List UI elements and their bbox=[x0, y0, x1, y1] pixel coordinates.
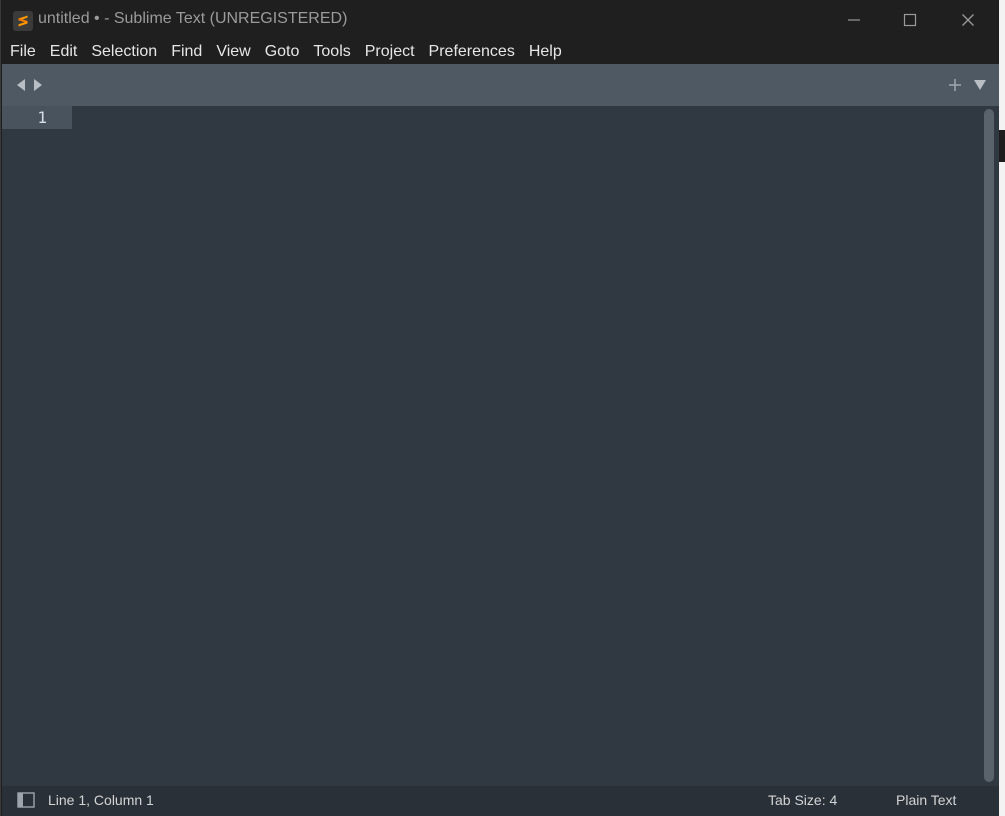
menu-edit[interactable]: Edit bbox=[43, 40, 85, 64]
tab-bar bbox=[2, 64, 999, 106]
arrow-left-icon bbox=[17, 79, 25, 91]
sublime-window: untitled • - Sublime Text (UNREGISTERED)… bbox=[0, 0, 999, 816]
close-icon bbox=[962, 14, 974, 26]
menu-view[interactable]: View bbox=[209, 40, 257, 64]
dropdown-icon bbox=[974, 80, 986, 90]
tab-scroll-left-button[interactable] bbox=[14, 76, 28, 94]
arrow-right-icon bbox=[34, 79, 42, 91]
maximize-icon bbox=[903, 13, 917, 27]
editor-area[interactable]: 1 bbox=[2, 106, 999, 786]
minimize-icon bbox=[848, 19, 860, 21]
sublime-logo-icon bbox=[13, 11, 33, 31]
status-bar: Line 1, Column 1 Tab Size: 4 Plain Text bbox=[2, 786, 999, 816]
editor-text[interactable] bbox=[74, 106, 974, 129]
line-number: 1 bbox=[37, 108, 47, 127]
menu-tools[interactable]: Tools bbox=[306, 40, 357, 64]
menu-selection[interactable]: Selection bbox=[84, 40, 164, 64]
desktop-background bbox=[998, 0, 1005, 816]
menu-goto[interactable]: Goto bbox=[258, 40, 307, 64]
menu-bar: File Edit Selection Find View Goto Tools… bbox=[2, 40, 999, 64]
maximize-button[interactable] bbox=[881, 0, 939, 40]
sublime-logo-glyph bbox=[18, 15, 28, 27]
plus-icon bbox=[949, 79, 961, 91]
tab-list-button[interactable] bbox=[972, 76, 988, 94]
tab-size-indicator[interactable]: Tab Size: 4 bbox=[768, 786, 837, 814]
close-button[interactable] bbox=[939, 0, 997, 40]
new-tab-button[interactable] bbox=[947, 76, 963, 94]
panel-toggle-icon bbox=[17, 792, 35, 808]
desktop-dark-bar bbox=[998, 130, 1005, 162]
menu-find[interactable]: Find bbox=[164, 40, 209, 64]
window-title: untitled • - Sublime Text (UNREGISTERED) bbox=[38, 10, 348, 27]
title-bar[interactable]: untitled • - Sublime Text (UNREGISTERED) bbox=[2, 0, 999, 40]
menu-project[interactable]: Project bbox=[358, 40, 422, 64]
minimize-button[interactable] bbox=[825, 0, 883, 40]
current-line-gutter: 1 bbox=[2, 106, 72, 129]
menu-file[interactable]: File bbox=[2, 40, 43, 64]
tab-scroll-right-button[interactable] bbox=[31, 76, 45, 94]
vertical-scrollbar[interactable] bbox=[984, 109, 994, 782]
menu-preferences[interactable]: Preferences bbox=[422, 40, 522, 64]
syntax-indicator[interactable]: Plain Text bbox=[896, 786, 956, 814]
cursor-position: Line 1, Column 1 bbox=[48, 792, 154, 808]
menu-help[interactable]: Help bbox=[522, 40, 569, 64]
panel-toggle-button[interactable] bbox=[17, 792, 35, 808]
